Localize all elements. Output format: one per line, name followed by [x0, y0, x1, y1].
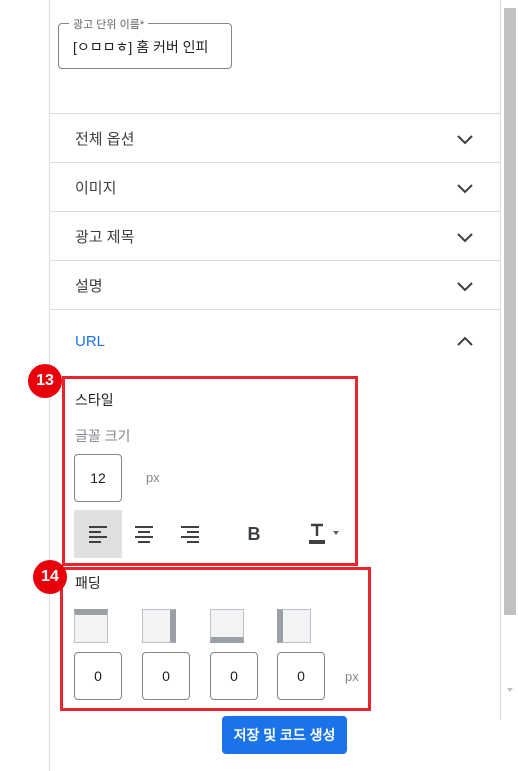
chevron-down-icon [457, 135, 473, 145]
annotation-box-14 [60, 567, 371, 711]
annotation-box-13 [62, 376, 358, 566]
accordion-all-options-label: 전체 옵션 [75, 131, 135, 148]
chevron-down-icon [457, 282, 473, 292]
scroll-down-arrow-icon[interactable] [507, 688, 513, 692]
accordion-ad-title-label: 광고 제목 [75, 229, 135, 246]
save-and-generate-code-button[interactable]: 저장 및 코드 생성 [222, 716, 347, 754]
chevron-down-icon [457, 184, 473, 194]
accordion-description-label: 설명 [75, 278, 103, 295]
accordion-image-label: 이미지 [75, 180, 117, 197]
accordion-image[interactable]: 이미지 [50, 162, 500, 210]
chevron-up-icon [457, 336, 473, 346]
annotation-badge-13: 13 [28, 364, 62, 398]
accordion-url[interactable]: URL [50, 309, 500, 365]
ad-unit-name-label: 광고 단위 이름* [69, 16, 149, 32]
panel-right-border [500, 0, 501, 720]
accordion-all-options[interactable]: 전체 옵션 [50, 113, 500, 161]
ad-unit-name-value[interactable]: [ㅇㅁㅁㅎ] 홈 커버 인피 [73, 37, 229, 57]
accordion-url-label: URL [75, 333, 106, 350]
accordion-ad-title[interactable]: 광고 제목 [50, 211, 500, 259]
chevron-down-icon [457, 233, 473, 243]
scrollbar-thumb[interactable] [504, 8, 516, 615]
accordion-description[interactable]: 설명 [50, 260, 500, 308]
ad-unit-name-field[interactable]: 광고 단위 이름* [ㅇㅁㅁㅎ] 홈 커버 인피 [58, 16, 232, 69]
annotation-badge-14: 14 [33, 560, 67, 594]
